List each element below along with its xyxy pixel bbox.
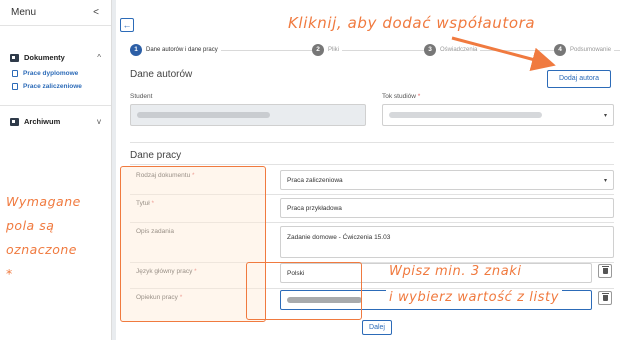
required-fields-highlight <box>120 166 266 322</box>
step-2[interactable]: 2 Pliki <box>312 44 343 56</box>
document-type-select[interactable]: Praca zaliczeniowa ▾ <box>280 170 614 190</box>
add-author-hint: Kliknij, aby dodać współautora <box>288 14 536 32</box>
study-label-text: Tok studiów <box>382 93 416 100</box>
collapse-menu-icon[interactable]: < <box>93 7 99 18</box>
back-button[interactable]: ← <box>120 18 134 32</box>
divider <box>130 164 614 165</box>
title-input[interactable]: Praca przykładowa <box>280 198 614 218</box>
description-textarea[interactable]: Zadanie domowe - Ćwiczenia 15.03 <box>280 226 614 258</box>
step-label: Pliki <box>328 47 340 53</box>
sidebar-item-label: Prace dyplomowe <box>23 70 79 77</box>
sidebar-group-label: Dokumenty <box>24 53 65 62</box>
step-label: Dane autorów i dane pracy <box>146 47 218 53</box>
chevron-down-icon[interactable]: v <box>97 117 101 126</box>
step-label: Podsumowanie <box>570 47 612 53</box>
divider <box>130 142 614 143</box>
required-mark: * <box>417 93 421 100</box>
title-value: Praca przykładowa <box>287 204 342 212</box>
clear-language-button[interactable] <box>598 264 612 278</box>
step-number: 1 <box>130 44 142 56</box>
typing-hint-1: Wpisz min. 3 znaki <box>386 264 525 279</box>
sidebar-group-label: Archiwum <box>24 117 61 126</box>
add-author-button[interactable]: Dodaj autora <box>547 70 611 88</box>
chevron-up-icon[interactable]: ^ <box>97 53 101 62</box>
step-4[interactable]: 4 Podsumowanie <box>554 44 615 56</box>
dropdown-arrow-icon: ▾ <box>603 177 607 184</box>
typing-hint-2: i wybierz wartość z listy <box>386 290 563 305</box>
description-value: Zadanie domowe - Ćwiczenia 15.03 <box>287 234 391 241</box>
note-line: Wymagane <box>6 194 81 209</box>
sidebar-item-label: Prace zaliczeniowe <box>23 83 82 90</box>
step-number: 3 <box>424 44 436 56</box>
trash-icon <box>601 293 609 301</box>
step-number: 2 <box>312 44 324 56</box>
sidebar: Menu < Dokumenty ^ Prace dyplomowe Prace… <box>0 0 112 340</box>
step-1[interactable]: 1 Dane autorów i dane pracy <box>130 44 221 56</box>
trash-icon <box>601 266 609 274</box>
work-section-title: Dane pracy <box>130 150 182 161</box>
step-number: 4 <box>554 44 566 56</box>
note-line: * <box>6 266 13 281</box>
sidebar-group-archiwum[interactable]: Archiwum v <box>10 117 101 126</box>
sidebar-header: Menu < <box>0 0 111 26</box>
note-line: oznaczone <box>6 242 77 257</box>
archive-icon <box>10 117 19 126</box>
sidebar-item-prace-dyplomowe[interactable]: Prace dyplomowe <box>10 70 101 77</box>
typing-hint-highlight <box>246 262 362 320</box>
student-field <box>130 104 366 126</box>
stepper: 1 Dane autorów i dane pracy 2 Pliki 3 Oś… <box>130 44 630 56</box>
clear-supervisor-button[interactable] <box>598 291 612 305</box>
dropdown-arrow-icon: ▾ <box>603 112 607 119</box>
sidebar-group-dokumenty[interactable]: Dokumenty ^ <box>10 53 101 62</box>
sidebar-item-prace-zaliczeniowe[interactable]: Prace zaliczeniowe <box>10 83 101 90</box>
authors-section-title: Dane autorów <box>130 69 193 80</box>
study-label: Tok studiów * <box>382 93 420 100</box>
document-icon <box>12 70 18 77</box>
document-icon <box>12 83 18 90</box>
next-button[interactable]: Dalej <box>362 320 392 335</box>
document-type-value: Praca zaliczeniowa <box>287 176 343 184</box>
sidebar-divider <box>0 105 111 106</box>
step-3[interactable]: 3 Oświadczenia <box>424 44 481 56</box>
study-select[interactable]: ▾ <box>382 104 614 126</box>
step-label: Oświadczenia <box>440 47 478 53</box>
required-fields-note: Wymagane pola są oznaczone * <box>6 190 114 286</box>
note-line: pola są <box>6 218 55 233</box>
menu-title: Menu <box>11 7 37 18</box>
documents-icon <box>10 53 19 62</box>
student-label: Student <box>130 93 153 100</box>
